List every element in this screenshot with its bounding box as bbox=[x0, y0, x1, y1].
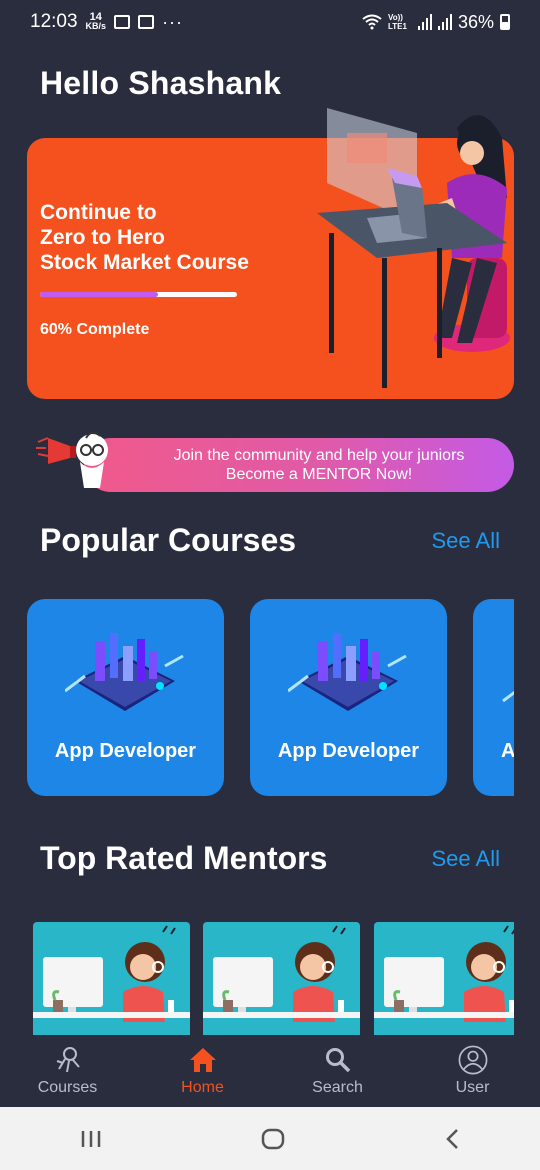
nav-label: User bbox=[455, 1079, 490, 1096]
mentor-card[interactable] bbox=[33, 922, 190, 1037]
nav-label: Courses bbox=[37, 1079, 98, 1096]
course-tile[interactable]: App Developer bbox=[250, 599, 447, 796]
mentor-line1: Join the community and help your juniors bbox=[173, 447, 465, 464]
home-system-icon[interactable] bbox=[261, 1128, 285, 1150]
mentor-avatar-illustration bbox=[33, 925, 190, 1022]
signal-icon bbox=[417, 14, 432, 30]
city-isometric-icon bbox=[288, 633, 407, 711]
status-bar: 12:03 14 KB/s ··· Vo)) LTE1 36% bbox=[0, 0, 540, 44]
nav-label: Home bbox=[181, 1079, 224, 1096]
course-tile[interactable]: App Developer bbox=[27, 599, 224, 796]
become-mentor-banner[interactable]: Join the community and help your juniors… bbox=[34, 428, 514, 492]
recent-apps-icon[interactable] bbox=[80, 1129, 102, 1149]
mentor-card[interactable] bbox=[203, 922, 360, 1037]
course-title: Continue to Zero to Hero Stock Market Co… bbox=[40, 201, 249, 274]
nav-user[interactable]: User bbox=[405, 1035, 540, 1107]
continue-course-card[interactable]: Continue to Zero to Hero Stock Market Co… bbox=[27, 108, 514, 399]
mentor-pill[interactable]: Join the community and help your juniors… bbox=[84, 438, 514, 492]
gallery-notification-icon bbox=[114, 15, 131, 29]
course-tile-label: A bbox=[501, 740, 514, 762]
mentor-card[interactable] bbox=[374, 922, 514, 1037]
mentor-line2: Become a MENTOR Now! bbox=[225, 466, 413, 483]
nav-search[interactable]: Search bbox=[270, 1035, 405, 1107]
course-tile-label: App Developer bbox=[54, 740, 197, 762]
course-tile[interactable]: A bbox=[473, 599, 514, 796]
progress-label: 60% Complete bbox=[40, 321, 150, 338]
data-rate: 14 KB/s bbox=[85, 11, 107, 31]
user-icon bbox=[458, 1045, 488, 1075]
home-icon bbox=[188, 1045, 218, 1075]
nav-label: Search bbox=[312, 1079, 363, 1096]
back-icon[interactable] bbox=[444, 1128, 460, 1150]
more-notifications-icon: ··· bbox=[162, 11, 184, 32]
top-mentors-carousel[interactable] bbox=[33, 922, 514, 1037]
top-mentors-title: Top Rated Mentors bbox=[40, 840, 328, 876]
course-tile-label: App Developer bbox=[277, 740, 420, 762]
megaphone-mascot-icon bbox=[36, 431, 108, 488]
astronaut-icon bbox=[53, 1045, 83, 1075]
battery-percent: 36% bbox=[457, 11, 494, 32]
popular-courses-title: Popular Courses bbox=[40, 522, 297, 558]
video-notification-icon bbox=[138, 15, 155, 29]
top-mentors-see-all[interactable]: See All bbox=[432, 846, 501, 872]
nav-courses[interactable]: Courses bbox=[0, 1035, 135, 1107]
bottom-navigation: Courses Home Search User bbox=[0, 1035, 540, 1107]
course-progress-fill bbox=[40, 292, 159, 297]
signal-2-icon bbox=[437, 14, 452, 30]
greeting: Hello Shashank bbox=[40, 65, 282, 101]
wifi-icon bbox=[362, 14, 382, 30]
mentor-avatar-illustration bbox=[374, 925, 514, 1022]
status-time: 12:03 bbox=[30, 11, 78, 32]
mentor-avatar-illustration bbox=[203, 925, 360, 1022]
popular-courses-carousel[interactable]: App Developer App Developer A bbox=[27, 599, 514, 796]
network-type: Vo)) LTE1 bbox=[387, 13, 407, 31]
course-progress-bar bbox=[40, 292, 237, 297]
system-navigation-bar bbox=[0, 1107, 540, 1170]
popular-courses-see-all[interactable]: See All bbox=[432, 528, 501, 554]
city-isometric-icon bbox=[502, 690, 514, 703]
nav-home[interactable]: Home bbox=[135, 1035, 270, 1107]
city-isometric-icon bbox=[65, 633, 184, 711]
search-icon bbox=[323, 1045, 353, 1075]
woman-at-desk-illustration bbox=[317, 108, 510, 388]
battery-icon bbox=[500, 14, 510, 30]
